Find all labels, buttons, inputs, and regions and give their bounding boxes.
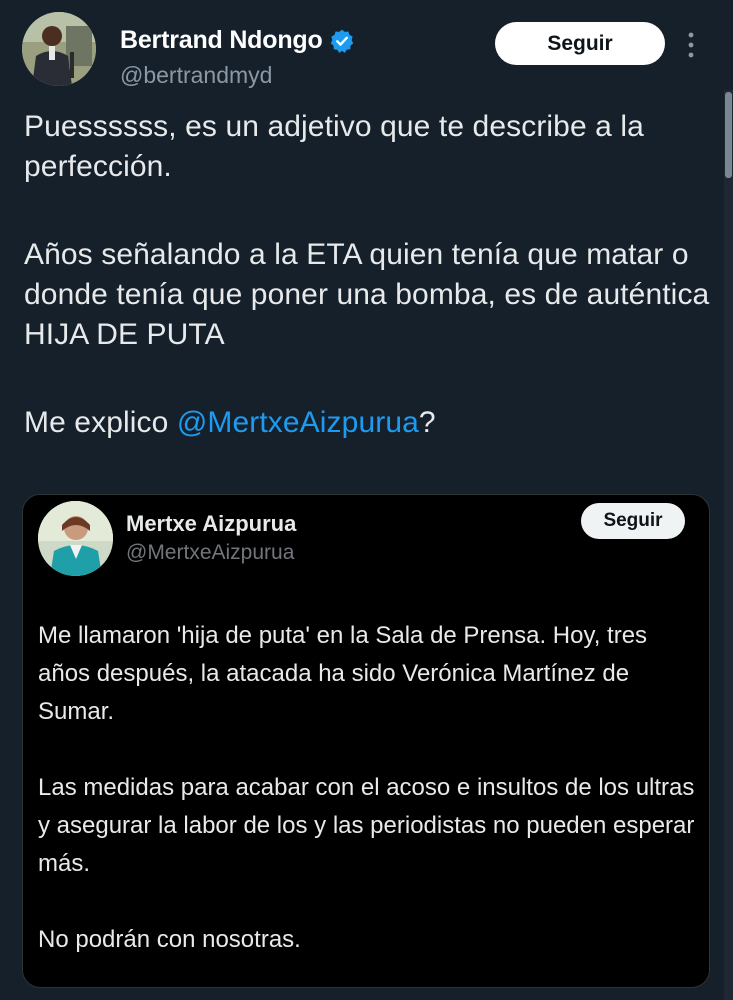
quoted-author-avatar[interactable] — [38, 501, 113, 576]
tweet-paragraph-3: Me explico @MertxeAizpurua? — [24, 403, 714, 443]
verified-badge-icon — [329, 28, 355, 54]
follow-button[interactable]: Seguir — [495, 22, 665, 65]
tweet-text: Puessssss, es un adjetivo que te describ… — [24, 107, 714, 443]
quoted-paragraph-1: Me llamaron 'hija de puta' en la Sala de… — [38, 622, 648, 725]
more-options-icon[interactable] — [686, 30, 696, 60]
tweet-paragraph-1: Puessssss, es un adjetivo que te describ… — [24, 110, 644, 183]
quoted-author-avatar-image — [38, 501, 113, 576]
quoted-author-name[interactable]: Mertxe Aizpurua — [126, 511, 296, 537]
author-avatar[interactable] — [22, 12, 96, 86]
quoted-paragraph-3: No podrán con nosotras. — [38, 926, 301, 953]
author-name-row: Bertrand Ndongo — [120, 26, 355, 55]
scrollbar-thumb[interactable] — [725, 92, 732, 178]
quoted-tweet-text: Me llamaron 'hija de puta' en la Sala de… — [38, 617, 703, 959]
scrollbar[interactable] — [724, 90, 733, 1000]
tweet-paragraph-2: Años señalando a la ETA quien tenía que … — [24, 238, 710, 351]
quoted-follow-button[interactable]: Seguir — [581, 503, 685, 539]
tweet-paragraph-3-prefix: Me explico — [24, 406, 177, 439]
tweet-header: Bertrand Ndongo @bertrandmyd Seguir — [22, 12, 712, 92]
quoted-paragraph-2: Las medidas para acabar con el acoso e i… — [38, 774, 695, 877]
author-name[interactable]: Bertrand Ndongo — [120, 26, 323, 55]
quoted-tweet-card[interactable]: Mertxe Aizpurua @MertxeAizpurua Seguir M… — [22, 494, 710, 988]
author-avatar-image — [22, 12, 96, 86]
tweet-paragraph-3-suffix: ? — [418, 406, 436, 439]
quoted-author-handle[interactable]: @MertxeAizpurua — [126, 541, 294, 565]
mention-link[interactable]: @MertxeAizpurua — [177, 406, 419, 439]
author-handle[interactable]: @bertrandmyd — [120, 62, 272, 89]
